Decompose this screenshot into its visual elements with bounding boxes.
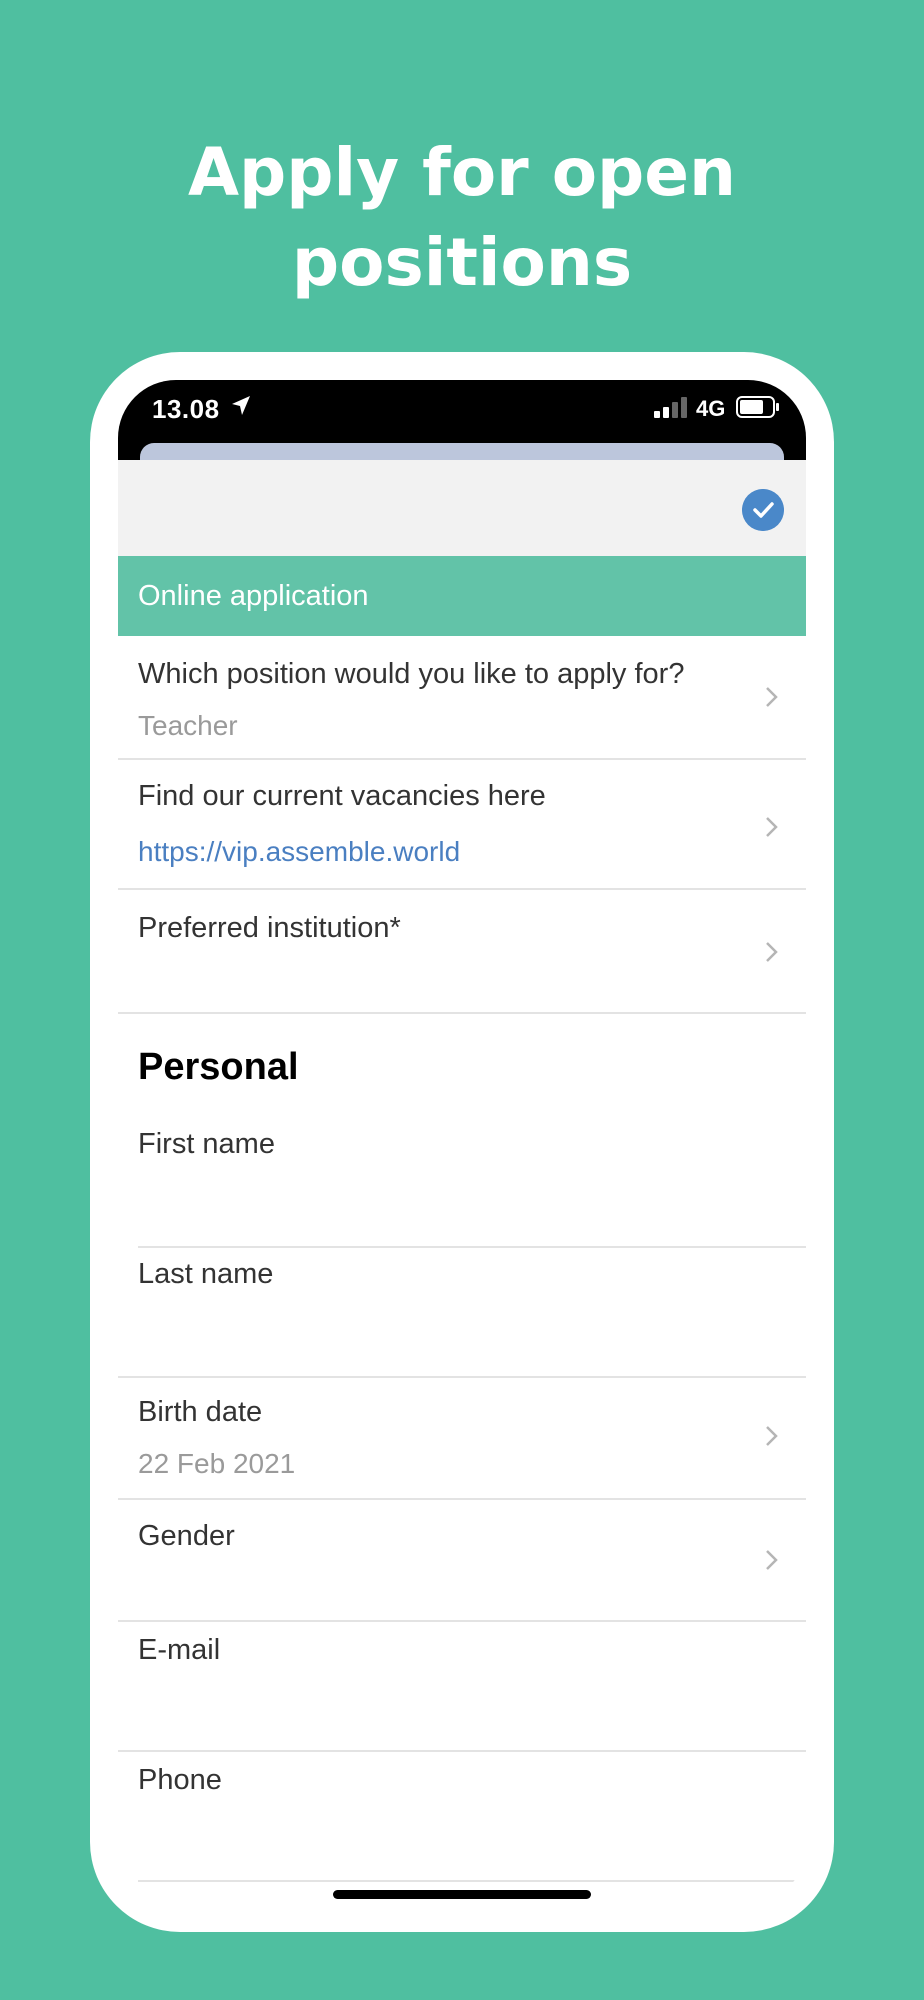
phone-label: Phone	[138, 1764, 222, 1796]
birth-date-value: 22 Feb 2021	[138, 1448, 296, 1479]
network-label: 4G	[696, 396, 726, 421]
first-name-field[interactable]: First name	[118, 1128, 806, 1246]
gender-select-row[interactable]: Gender	[118, 1500, 806, 1620]
last-name-label: Last name	[138, 1258, 274, 1290]
promo-headline-line-1: Apply for open	[187, 134, 737, 211]
personal-heading: Personal	[138, 1046, 299, 1088]
vacancies-link[interactable]: https://vip.assemble.world	[138, 836, 460, 868]
phone-field[interactable]: Phone	[118, 1752, 806, 1880]
email-label: E-mail	[138, 1634, 221, 1666]
phone-screen: 13.08 4G Online application Which positi…	[118, 380, 806, 1905]
institution-label: Preferred institution*	[138, 912, 401, 944]
divider	[138, 1880, 796, 1882]
vacancies-label: Find our current vacancies here	[138, 780, 546, 812]
status-time: 13.08	[152, 394, 220, 424]
email-field[interactable]: E-mail	[118, 1622, 806, 1750]
checkmark-circle-icon[interactable]	[742, 489, 784, 531]
vacancies-row[interactable]: Find our current vacancies here https://…	[118, 760, 806, 888]
section-title: Online application	[138, 580, 369, 612]
promo-headline: Apply for open positions	[0, 128, 924, 308]
position-select-row[interactable]: Which position would you like to apply f…	[118, 636, 806, 758]
location-arrow-icon	[232, 396, 250, 415]
promo-headline-line-2: positions	[291, 224, 633, 301]
chevron-right-icon	[766, 817, 778, 837]
birth-date-label: Birth date	[138, 1396, 263, 1428]
position-label: Which position would you like to apply f…	[138, 658, 685, 690]
birth-date-select-row[interactable]: Birth date 22 Feb 2021	[118, 1378, 806, 1498]
last-name-field[interactable]: Last name	[118, 1248, 806, 1376]
chevron-right-icon	[766, 942, 778, 962]
position-value: Teacher	[138, 710, 238, 741]
home-indicator	[333, 1890, 591, 1899]
gender-label: Gender	[138, 1520, 235, 1552]
chevron-right-icon	[766, 1426, 778, 1446]
section-banner: Online application	[118, 556, 806, 636]
header-panel	[118, 460, 806, 556]
divider	[118, 1012, 806, 1014]
signal-icon	[654, 397, 687, 418]
institution-select-row[interactable]: Preferred institution*	[118, 890, 806, 1012]
first-name-label: First name	[138, 1128, 275, 1160]
chevron-right-icon	[766, 687, 778, 707]
chevron-right-icon	[766, 1550, 778, 1570]
battery-icon	[736, 396, 779, 418]
